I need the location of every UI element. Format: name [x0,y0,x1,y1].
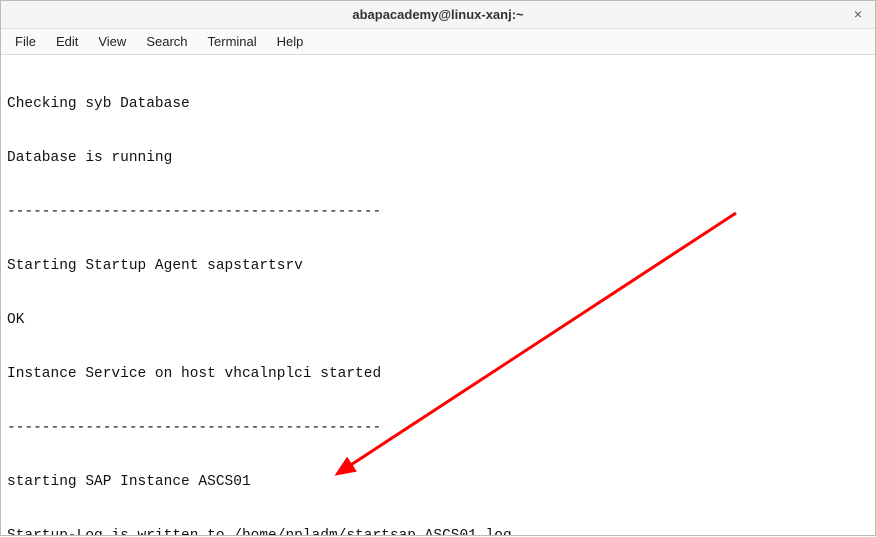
menu-bar: File Edit View Search Terminal Help [1,29,875,55]
terminal-line: starting SAP Instance ASCS01 [7,473,869,491]
menu-search[interactable]: Search [136,30,197,53]
terminal-line: Database is running [7,149,869,167]
terminal-line: Startup-Log is written to /home/npladm/s… [7,527,869,535]
menu-terminal[interactable]: Terminal [198,30,267,53]
menu-file[interactable]: File [5,30,46,53]
terminal-line: Checking syb Database [7,95,869,113]
window-titlebar: abapacademy@linux-xanj:~ × [1,1,875,29]
menu-view[interactable]: View [88,30,136,53]
terminal-line: Starting Startup Agent sapstartsrv [7,257,869,275]
close-icon[interactable]: × [849,5,867,23]
terminal-line: ----------------------------------------… [7,203,869,221]
menu-edit[interactable]: Edit [46,30,88,53]
terminal-line: OK [7,311,869,329]
window-title: abapacademy@linux-xanj:~ [352,7,523,22]
terminal-line: ----------------------------------------… [7,419,869,437]
terminal-line: Instance Service on host vhcalnplci star… [7,365,869,383]
terminal-output[interactable]: Checking syb Database Database is runnin… [1,55,875,535]
menu-help[interactable]: Help [267,30,314,53]
